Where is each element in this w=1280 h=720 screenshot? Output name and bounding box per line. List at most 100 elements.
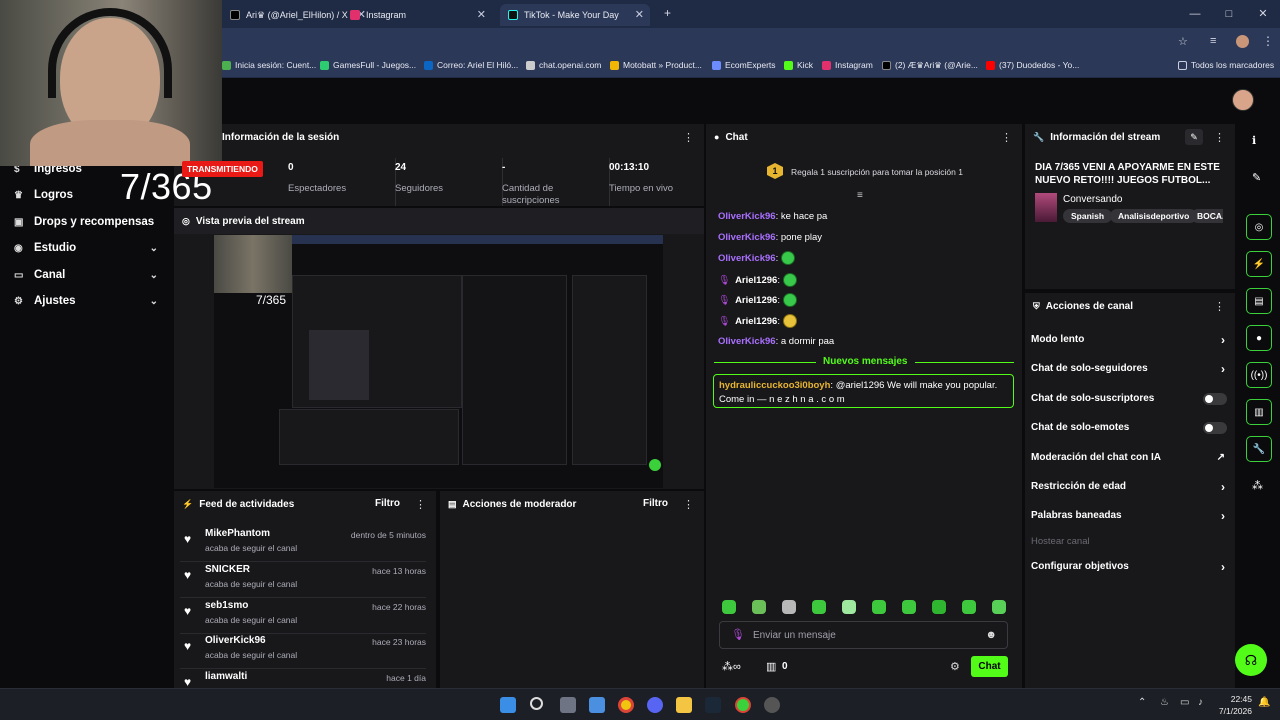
task-view-icon[interactable] (560, 697, 576, 713)
profile-avatar-icon[interactable] (1236, 35, 1249, 48)
emote-quick-icon[interactable] (842, 600, 856, 614)
discord-icon[interactable] (647, 697, 663, 713)
action-moderacion-ia[interactable]: Moderación del chat con IA ↗ (1031, 452, 1227, 463)
rail-button-chat[interactable]: ● (1246, 325, 1272, 351)
chat-username[interactable]: Ariel1296 (735, 316, 777, 327)
minimize-button[interactable]: — (1178, 0, 1212, 28)
more-icon[interactable]: ⋮ (1214, 131, 1225, 144)
emote-quick-icon[interactable] (752, 600, 766, 614)
support-chat-button[interactable]: ☊ (1235, 644, 1267, 676)
stream-tag[interactable]: BOCA... (1191, 209, 1223, 223)
category-thumbnail[interactable] (1035, 193, 1057, 222)
microphone-icon[interactable]: 🎙 (731, 628, 745, 641)
store-icon[interactable] (589, 697, 605, 713)
chrome-icon[interactable] (618, 697, 634, 713)
notification-icon[interactable]: 🔔 (1258, 697, 1270, 708)
action-modo-lento[interactable]: Modo lento › (1031, 333, 1227, 347)
rail-button-broadcast[interactable]: ((•)) (1246, 362, 1272, 388)
emotes-only-toggle[interactable] (1203, 421, 1227, 434)
emote-quick-icon[interactable] (902, 600, 916, 614)
chrome-active-icon[interactable] (735, 697, 751, 713)
chat-username[interactable]: Ariel1296 (735, 275, 777, 286)
chat-username[interactable]: OliverKick96 (718, 253, 776, 264)
pinned-toggle-icon[interactable]: ≡ (857, 190, 863, 201)
sidebar-item-drops[interactable]: ▣ Drops y recompensas (14, 216, 162, 228)
store-icon[interactable]: ▥ (766, 660, 776, 673)
app-icon[interactable] (764, 697, 780, 713)
feed-item-name[interactable]: seb1smo (205, 600, 248, 611)
browser-menu-icon[interactable]: ⋮ (1262, 34, 1274, 48)
bookmark[interactable]: GamesFull - Juegos... (320, 60, 416, 70)
bookmark[interactable]: Kick (784, 60, 813, 70)
browser-tab-tiktok[interactable]: TikTok - Make Your Day ✕ (500, 4, 650, 26)
chat-username[interactable]: OliverKick96 (718, 336, 776, 347)
edit-icon[interactable]: ✎ (1252, 171, 1261, 184)
browser-tab-instagram[interactable]: Instagram ✕ (342, 4, 492, 26)
bookmark[interactable]: Correo: Ariel El Hiló... (424, 60, 518, 70)
bookmark[interactable]: (2) Æ♛Ari♛ (@Arie... (882, 60, 978, 71)
feed-item-name[interactable]: liamwalti (205, 671, 247, 682)
tray-app-icon[interactable]: ♨ (1160, 697, 1169, 708)
steam-icon[interactable] (705, 697, 721, 713)
clock-date[interactable]: 7/1/2026 (1212, 706, 1252, 716)
chat-settings-icon[interactable]: ⚙ (950, 660, 960, 673)
more-icon[interactable]: ⋮ (683, 131, 694, 144)
more-icon[interactable]: ⋮ (683, 498, 694, 511)
maximize-button[interactable]: □ (1212, 0, 1246, 28)
more-icon[interactable]: ⋮ (1001, 131, 1012, 144)
feed-item-name[interactable]: SNICKER (205, 564, 250, 575)
gift-leaderboard-text[interactable]: Regala 1 suscripción para tomar la posic… (791, 167, 963, 177)
channel-points-icon[interactable]: ⁂∞ (722, 660, 741, 673)
close-icon[interactable]: ✕ (635, 8, 644, 21)
file-explorer-icon[interactable] (676, 697, 692, 713)
action-solo-seguidores[interactable]: Chat de solo-seguidores › (1031, 362, 1227, 376)
stream-tag[interactable]: Spanish (1063, 209, 1113, 223)
emote-quick-icon[interactable] (932, 600, 946, 614)
chat-username[interactable]: OliverKick96 (718, 211, 776, 222)
chat-username[interactable]: Ariel1296 (735, 295, 777, 306)
sidebar-item-canal[interactable]: ▭ Canal ⌄ (14, 269, 162, 281)
rail-button-moderator[interactable]: ▤ (1246, 288, 1272, 314)
reading-list-icon[interactable]: ≡ (1210, 35, 1216, 47)
rail-button-layout[interactable]: ▥ (1246, 399, 1272, 425)
rail-button-preview[interactable]: ◎ (1246, 214, 1272, 240)
emote-quick-icon[interactable] (782, 600, 796, 614)
bookmark[interactable]: Instagram (822, 60, 873, 70)
emote-quick-icon[interactable] (962, 600, 976, 614)
close-window-button[interactable]: ✕ (1246, 0, 1280, 28)
action-configurar-objetivos[interactable]: Configurar objetivos › (1031, 560, 1227, 574)
more-icon[interactable]: ⋮ (415, 498, 426, 511)
bookmark[interactable]: Motobatt » Product... (610, 60, 702, 70)
feed-filter-button[interactable]: Filtro (375, 498, 400, 509)
chat-username[interactable]: OliverKick96 (718, 232, 776, 243)
volume-icon[interactable]: ♪ (1198, 697, 1203, 708)
bookmark[interactable]: Inicia sesión: Cuent... (222, 60, 316, 70)
send-chat-button[interactable]: Chat (971, 656, 1008, 677)
start-icon[interactable] (500, 697, 516, 713)
close-icon[interactable]: ✕ (477, 8, 486, 21)
search-icon[interactable] (530, 697, 543, 710)
subscribers-only-toggle[interactable] (1203, 392, 1227, 405)
new-tab-button[interactable]: + (664, 6, 671, 20)
stream-tag[interactable]: Analisisdeportivo (1110, 209, 1198, 223)
stream-preview-video[interactable]: 7/365 (214, 235, 663, 488)
edit-icon[interactable]: ✎ (1185, 129, 1203, 145)
emote-quick-icon[interactable] (722, 600, 736, 614)
moderator-filter-button[interactable]: Filtro (643, 498, 668, 509)
clock-time[interactable]: 22:45 (1218, 694, 1252, 704)
rail-button-activity[interactable]: ⚡ (1246, 251, 1272, 277)
bookmark[interactable]: chat.openai.com (526, 60, 601, 70)
feed-item-name[interactable]: OliverKick96 (205, 635, 266, 646)
star-icon[interactable]: ☆ (1178, 35, 1188, 48)
points-icon[interactable]: ⁂ (1252, 479, 1263, 492)
stream-category[interactable]: Conversando (1063, 194, 1122, 205)
bookmark[interactable]: EcomExperts (712, 60, 776, 70)
emote-quick-icon[interactable] (992, 600, 1006, 614)
action-palabras-baneadas[interactable]: Palabras baneadas › (1031, 509, 1227, 523)
chat-username[interactable]: hydrauliccuckoo3i0boyh (719, 380, 830, 391)
rail-button-wrench[interactable]: 🔧 (1246, 436, 1272, 462)
user-avatar[interactable] (1232, 89, 1254, 111)
chat-input[interactable]: 🎙 Enviar un mensaje ☻ (719, 621, 1008, 649)
emote-quick-icon[interactable] (812, 600, 826, 614)
sidebar-item-ajustes[interactable]: ⚙ Ajustes ⌄ (14, 295, 162, 307)
